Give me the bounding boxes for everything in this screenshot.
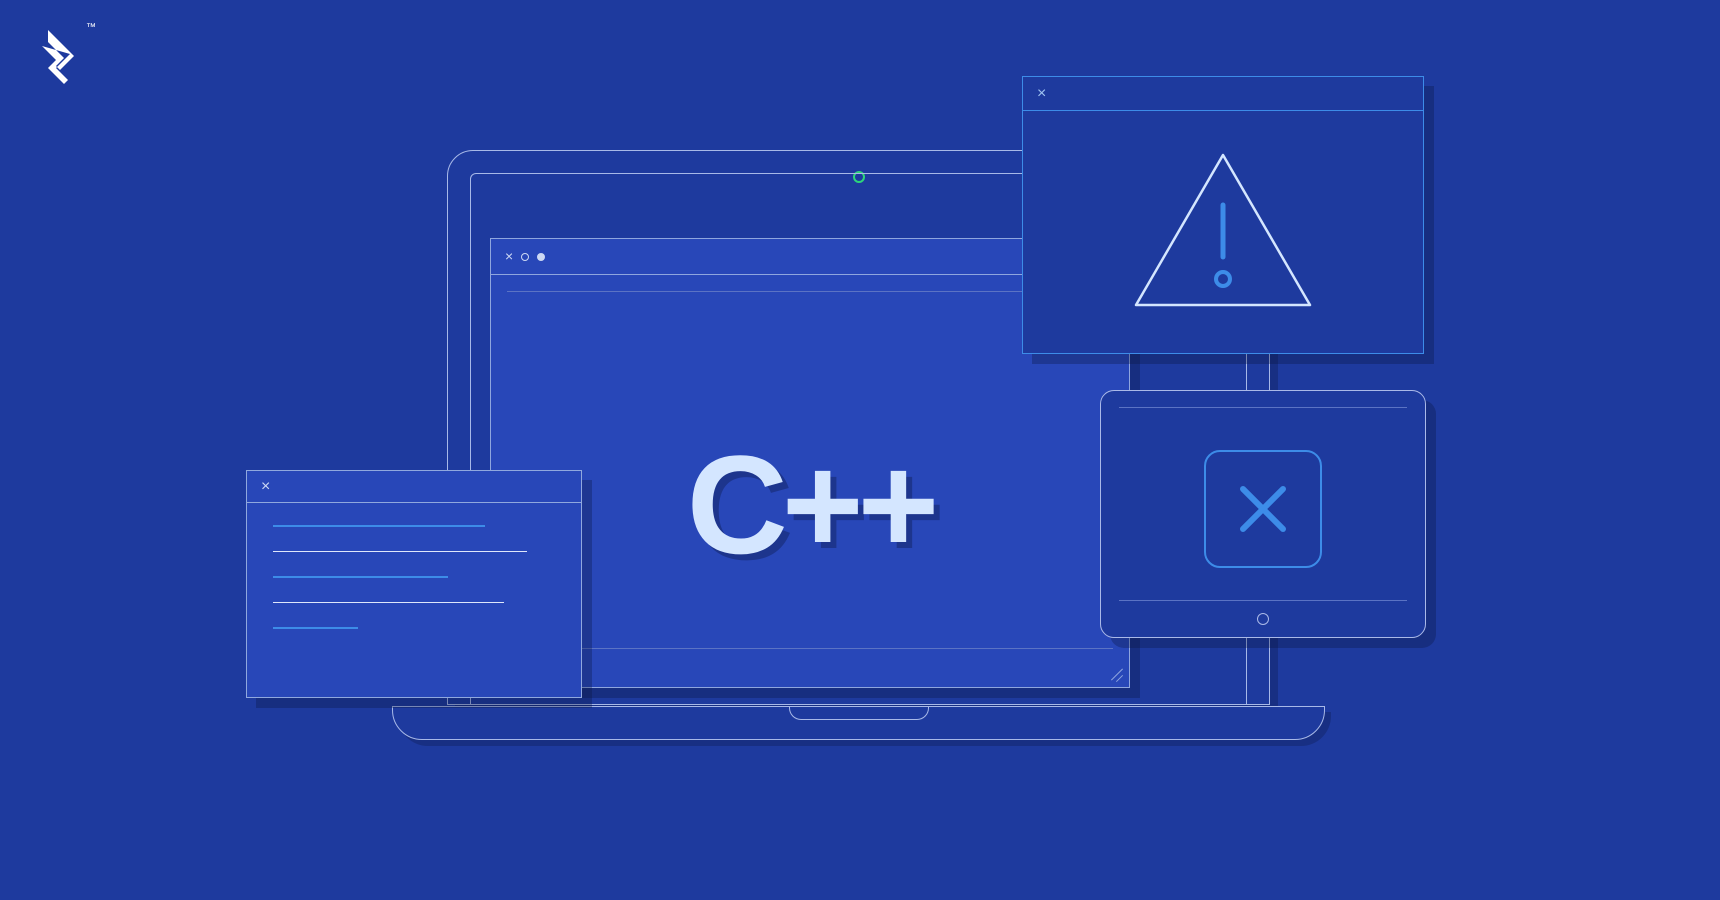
text-window: × [246, 470, 582, 698]
resize-handle-icon [1109, 667, 1123, 681]
laptop-notch [789, 706, 929, 720]
minimize-icon [521, 253, 529, 261]
cpp-label: C++ [687, 424, 934, 586]
laptop-base [392, 706, 1325, 740]
warning-titlebar: × [1023, 77, 1423, 111]
toptal-icon [34, 28, 82, 88]
text-content [247, 503, 581, 651]
text-line [273, 602, 504, 604]
tablet-illustration [1100, 390, 1426, 638]
home-button-icon [1257, 613, 1269, 625]
close-icon [505, 248, 513, 266]
text-line [273, 551, 527, 553]
warning-dialog: × [1022, 76, 1424, 354]
toptal-logo [34, 28, 82, 88]
text-line [273, 627, 358, 629]
text-titlebar: × [247, 471, 581, 503]
text-line [273, 525, 485, 527]
maximize-icon [537, 253, 545, 261]
error-app-icon [1204, 450, 1322, 568]
close-icon: × [261, 478, 270, 496]
close-icon: × [1037, 85, 1046, 103]
x-icon [1235, 481, 1291, 537]
trademark-symbol: ™ [86, 22, 96, 33]
text-line [273, 576, 448, 578]
warning-triangle-icon [1128, 147, 1318, 317]
